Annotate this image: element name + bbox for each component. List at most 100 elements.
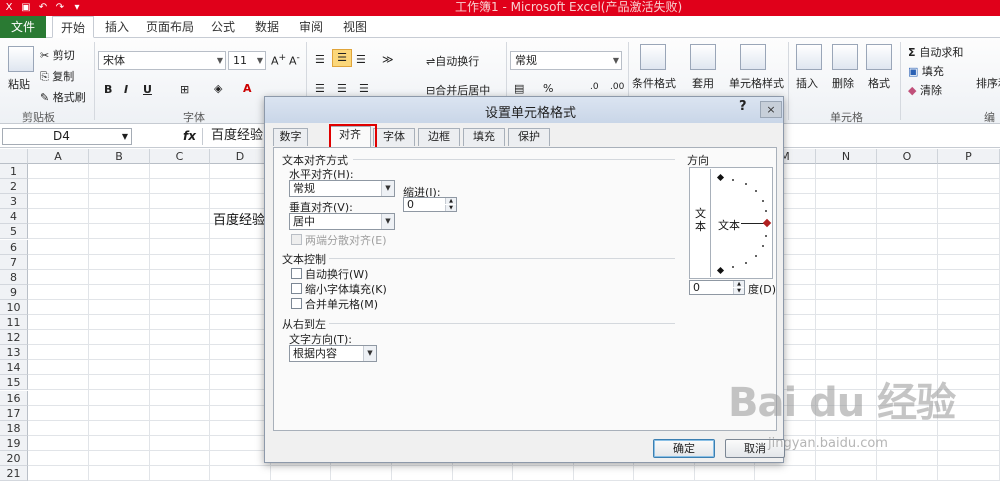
fill-color-icon[interactable]: ◈	[214, 82, 222, 95]
justify-distributed-checkbox[interactable]	[291, 234, 302, 245]
align-right-icon[interactable]: ☰	[359, 82, 369, 95]
number-format-combo[interactable]: 常规 ▼	[510, 51, 622, 70]
font-size-combo[interactable]: 11 ▼	[228, 51, 266, 70]
row-header[interactable]: 13	[0, 345, 28, 361]
wrap-text-checkbox[interactable]	[291, 268, 302, 279]
row-header[interactable]: 17	[0, 405, 28, 421]
table-format-button[interactable]: 套用	[692, 75, 714, 91]
row-header[interactable]: 4	[0, 209, 28, 225]
italic-button[interactable]: I	[124, 83, 128, 96]
help-icon[interactable]: ?	[739, 99, 747, 114]
select-all-corner[interactable]	[0, 149, 28, 164]
tab-border[interactable]: 边框	[418, 128, 460, 146]
align-bottom-icon[interactable]: ☰	[356, 53, 366, 66]
delete-cells-icon[interactable]	[832, 44, 858, 70]
row-header[interactable]: 16	[0, 390, 28, 406]
column-header[interactable]: C	[150, 149, 210, 164]
merge-cells-checkbox[interactable]	[291, 298, 302, 309]
redo-icon[interactable]: ↷	[53, 1, 67, 14]
format-painter-button[interactable]: ✎ 格式刷	[40, 89, 86, 105]
border-icon[interactable]: ⊞	[180, 83, 189, 96]
percent-button[interactable]: %	[543, 82, 553, 95]
horizontal-align-select[interactable]: 常规 ▼	[289, 180, 395, 197]
tab-review[interactable]: 审阅	[294, 16, 328, 38]
spin-up-icon[interactable]: ▲	[733, 281, 744, 287]
row-header[interactable]: 21	[0, 466, 28, 481]
row-header[interactable]: 12	[0, 330, 28, 346]
ok-button[interactable]: 确定	[653, 439, 715, 458]
align-top-icon[interactable]: ☰	[315, 53, 325, 66]
tab-fill[interactable]: 填充	[463, 128, 505, 146]
orientation-icon[interactable]: ≫	[382, 53, 394, 66]
row-header[interactable]: 3	[0, 194, 28, 210]
insert-cells-button[interactable]: 插入	[796, 75, 818, 91]
insert-cells-icon[interactable]	[796, 44, 822, 70]
autosum-button[interactable]: Σ 自动求和	[908, 44, 963, 60]
cell-styles-button[interactable]: 单元格样式	[729, 75, 784, 91]
dialog-title-bar[interactable]: 设置单元格格式 ? ×	[265, 97, 783, 123]
save-icon[interactable]: ▣	[19, 1, 33, 14]
paste-icon[interactable]	[8, 46, 34, 72]
tab-insert[interactable]: 插入	[100, 16, 134, 38]
fill-button[interactable]: ▣ 填充	[908, 63, 944, 79]
paste-button[interactable]: 粘贴	[8, 76, 30, 92]
row-header[interactable]: 18	[0, 420, 28, 436]
row-header[interactable]: 5	[0, 224, 28, 240]
column-header[interactable]: P	[938, 149, 1000, 164]
align-center-icon[interactable]: ☰	[337, 82, 347, 95]
row-header[interactable]: 20	[0, 450, 28, 466]
tab-view[interactable]: 视图	[338, 16, 372, 38]
row-header[interactable]: 15	[0, 375, 28, 391]
clear-button[interactable]: ◆ 清除	[908, 82, 942, 98]
column-header[interactable]: D	[210, 149, 271, 164]
row-header[interactable]: 2	[0, 179, 28, 195]
grow-font-button[interactable]: A+	[271, 52, 286, 68]
spin-down-icon[interactable]: ▼	[445, 205, 456, 211]
increase-decimal-icon[interactable]: .0	[590, 82, 599, 92]
tab-number[interactable]: 数字	[273, 128, 308, 146]
tab-data[interactable]: 数据	[250, 16, 284, 38]
formula-input[interactable]: 百度经验	[202, 128, 264, 145]
tab-file[interactable]: 文件	[0, 16, 46, 38]
text-direction-select[interactable]: 根据内容 ▼	[289, 345, 377, 362]
delete-cells-button[interactable]: 删除	[832, 75, 854, 91]
column-header[interactable]: O	[877, 149, 938, 164]
column-header[interactable]: N	[816, 149, 877, 164]
tab-page-layout[interactable]: 页面布局	[142, 16, 198, 38]
row-header[interactable]: 7	[0, 254, 28, 270]
spin-up-icon[interactable]: ▲	[445, 198, 456, 204]
row-header[interactable]: 11	[0, 315, 28, 330]
vertical-text-option[interactable]: 文本	[691, 169, 711, 277]
wrap-text-button[interactable]: ⇌自动换行	[426, 53, 479, 69]
fx-icon[interactable]: fx	[183, 129, 196, 143]
conditional-format-button[interactable]: 条件格式	[632, 75, 676, 91]
table-format-icon[interactable]	[690, 44, 716, 70]
sort-filter-button[interactable]: 排序和	[976, 75, 1000, 91]
cell-styles-icon[interactable]	[740, 44, 766, 70]
underline-button[interactable]: U	[143, 83, 152, 96]
close-button[interactable]: ×	[760, 101, 782, 118]
indent-spinner[interactable]: 0 ▲ ▼	[403, 197, 457, 212]
shrink-to-fit-checkbox[interactable]	[291, 283, 302, 294]
tab-font[interactable]: 字体	[373, 128, 415, 146]
row-header[interactable]: 14	[0, 360, 28, 376]
align-left-icon[interactable]: ☰	[315, 82, 325, 95]
row-header[interactable]: 10	[0, 299, 28, 315]
cut-button[interactable]: ✂ 剪切	[40, 47, 75, 63]
conditional-format-icon[interactable]	[640, 44, 666, 70]
format-cells-button[interactable]: 格式	[868, 75, 890, 91]
align-middle-icon[interactable]: ☰	[332, 49, 352, 67]
tab-protection[interactable]: 保护	[508, 128, 550, 146]
font-name-combo[interactable]: 宋体 ▼	[98, 51, 226, 70]
decrease-decimal-icon[interactable]: .00	[610, 82, 624, 92]
tab-formulas[interactable]: 公式	[206, 16, 240, 38]
name-box[interactable]: D4 ▼	[2, 128, 132, 145]
format-cells-icon[interactable]	[866, 44, 892, 70]
shrink-font-button[interactable]: A-	[289, 52, 300, 68]
customize-qat-icon[interactable]: ▾	[70, 1, 84, 14]
column-header[interactable]: A	[28, 149, 89, 164]
bold-button[interactable]: B	[104, 83, 112, 96]
degrees-spinner[interactable]: 0 ▲ ▼	[689, 280, 745, 295]
row-header[interactable]: 6	[0, 239, 28, 255]
tab-home[interactable]: 开始	[52, 16, 94, 38]
